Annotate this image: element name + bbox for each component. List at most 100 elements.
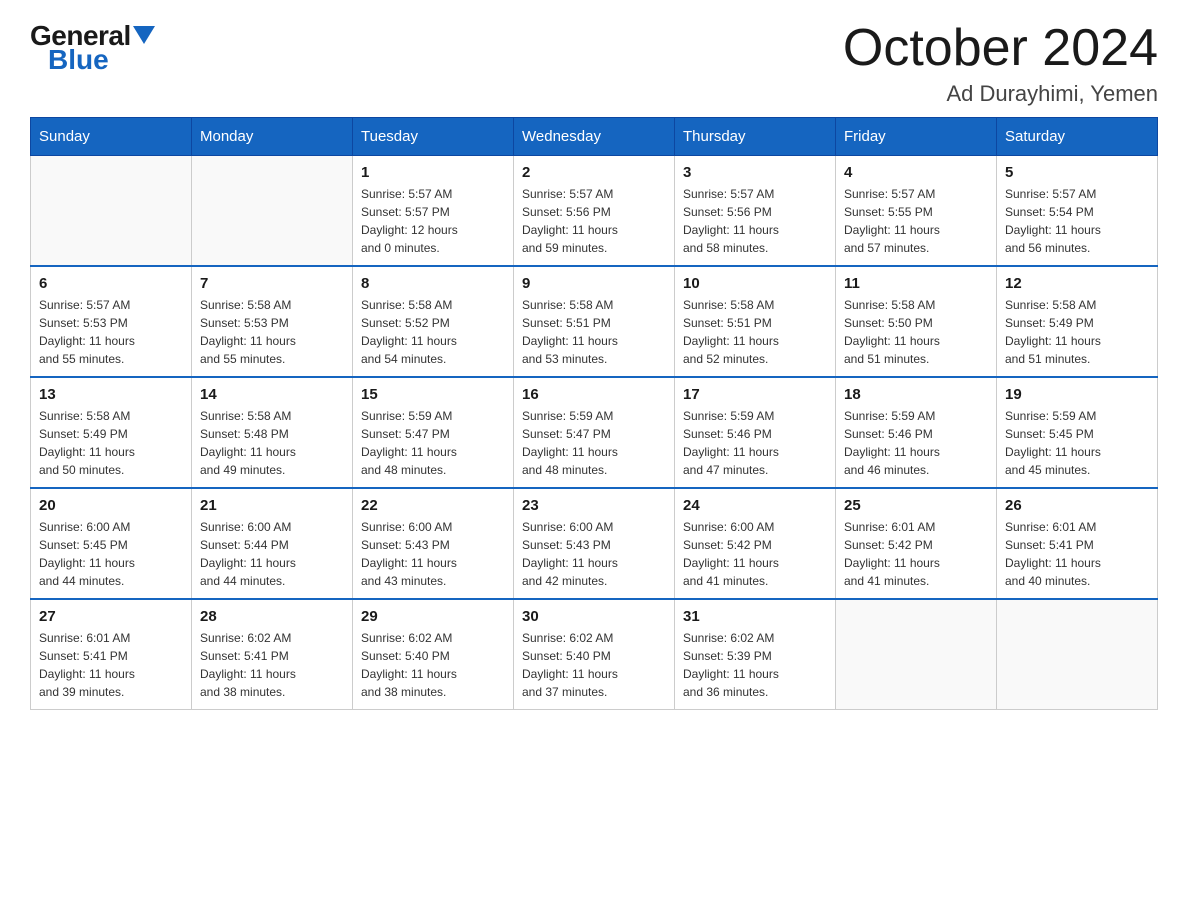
day-info: Sunrise: 5:57 AMSunset: 5:53 PMDaylight:… [39,296,183,368]
calendar-day-cell: 11 Sunrise: 5:58 AMSunset: 5:50 PMDayligh… [836,266,997,377]
col-thursday: Thursday [675,118,836,156]
calendar-week-row: 1 Sunrise: 5:57 AMSunset: 5:57 PMDaylight… [31,156,1158,267]
calendar-day-cell: 18 Sunrise: 5:59 AMSunset: 5:46 PMDayligh… [836,377,997,488]
day-info: Sunrise: 6:01 AMSunset: 5:41 PMDaylight:… [1005,518,1149,590]
day-number: 18 [844,386,988,403]
col-friday: Friday [836,118,997,156]
day-info: Sunrise: 5:59 AMSunset: 5:47 PMDaylight:… [522,407,666,479]
day-number: 11 [844,275,988,292]
calendar-day-cell: 13 Sunrise: 5:58 AMSunset: 5:49 PMDayligh… [31,377,192,488]
calendar-day-cell: 31 Sunrise: 6:02 AMSunset: 5:39 PMDayligh… [675,599,836,710]
calendar-day-cell: 23Sunrise: 6:00 AMSunset: 5:43 PMDayligh… [514,488,675,599]
day-number: 26 [1005,497,1149,514]
calendar-day-cell: 4 Sunrise: 5:57 AMSunset: 5:55 PMDaylight… [836,156,997,267]
calendar-day-cell: 27 Sunrise: 6:01 AMSunset: 5:41 PMDayligh… [31,599,192,710]
day-number: 1 [361,164,505,181]
calendar-day-cell: 30 Sunrise: 6:02 AMSunset: 5:40 PMDayligh… [514,599,675,710]
calendar-day-cell: 1 Sunrise: 5:57 AMSunset: 5:57 PMDaylight… [353,156,514,267]
day-number: 28 [200,608,344,625]
day-number: 23 [522,497,666,514]
calendar-day-cell: 20 Sunrise: 6:00 AMSunset: 5:45 PMDayligh… [31,488,192,599]
day-info: Sunrise: 5:58 AMSunset: 5:52 PMDaylight:… [361,296,505,368]
day-info: Sunrise: 6:02 AMSunset: 5:39 PMDaylight:… [683,629,827,701]
main-title: October 2024 [843,20,1158,77]
day-number: 12 [1005,275,1149,292]
day-number: 17 [683,386,827,403]
calendar-day-cell: 9Sunrise: 5:58 AMSunset: 5:51 PMDaylight… [514,266,675,377]
day-info: Sunrise: 5:58 AMSunset: 5:53 PMDaylight:… [200,296,344,368]
calendar-table: Sunday Monday Tuesday Wednesday Thursday… [30,117,1158,710]
day-number: 19 [1005,386,1149,403]
day-info: Sunrise: 5:57 AMSunset: 5:55 PMDaylight:… [844,185,988,257]
day-info: Sunrise: 5:58 AMSunset: 5:49 PMDaylight:… [39,407,183,479]
day-number: 22 [361,497,505,514]
calendar-day-cell: 25 Sunrise: 6:01 AMSunset: 5:42 PMDayligh… [836,488,997,599]
calendar-day-cell: 21 Sunrise: 6:00 AMSunset: 5:44 PMDayligh… [192,488,353,599]
day-number: 6 [39,275,183,292]
calendar-header-row: Sunday Monday Tuesday Wednesday Thursday… [31,118,1158,156]
day-number: 25 [844,497,988,514]
calendar-week-row: 13 Sunrise: 5:58 AMSunset: 5:49 PMDayligh… [31,377,1158,488]
calendar-day-cell: 26 Sunrise: 6:01 AMSunset: 5:41 PMDayligh… [997,488,1158,599]
day-info: Sunrise: 5:58 AMSunset: 5:48 PMDaylight:… [200,407,344,479]
day-number: 7 [200,275,344,292]
col-monday: Monday [192,118,353,156]
page-header: General Blue October 2024 Ad Durayhimi, … [30,20,1158,107]
calendar-day-cell: 17Sunrise: 5:59 AMSunset: 5:46 PMDayligh… [675,377,836,488]
calendar-day-cell: 24 Sunrise: 6:00 AMSunset: 5:42 PMDayligh… [675,488,836,599]
day-number: 9 [522,275,666,292]
calendar-day-cell: 7 Sunrise: 5:58 AMSunset: 5:53 PMDaylight… [192,266,353,377]
calendar-day-cell: 28Sunrise: 6:02 AMSunset: 5:41 PMDayligh… [192,599,353,710]
col-sunday: Sunday [31,118,192,156]
day-number: 3 [683,164,827,181]
calendar-day-cell: 10Sunrise: 5:58 AMSunset: 5:51 PMDayligh… [675,266,836,377]
calendar-day-cell: 22Sunrise: 6:00 AMSunset: 5:43 PMDayligh… [353,488,514,599]
day-info: Sunrise: 5:58 AMSunset: 5:50 PMDaylight:… [844,296,988,368]
day-info: Sunrise: 5:58 AMSunset: 5:49 PMDaylight:… [1005,296,1149,368]
day-number: 20 [39,497,183,514]
calendar-week-row: 6 Sunrise: 5:57 AMSunset: 5:53 PMDaylight… [31,266,1158,377]
day-info: Sunrise: 5:57 AMSunset: 5:56 PMDaylight:… [683,185,827,257]
day-number: 30 [522,608,666,625]
calendar-day-cell: 29 Sunrise: 6:02 AMSunset: 5:40 PMDayligh… [353,599,514,710]
calendar-day-cell: 8 Sunrise: 5:58 AMSunset: 5:52 PMDaylight… [353,266,514,377]
day-number: 27 [39,608,183,625]
day-number: 15 [361,386,505,403]
day-number: 2 [522,164,666,181]
col-saturday: Saturday [997,118,1158,156]
calendar-week-row: 20 Sunrise: 6:00 AMSunset: 5:45 PMDayligh… [31,488,1158,599]
day-number: 24 [683,497,827,514]
day-number: 29 [361,608,505,625]
day-info: Sunrise: 6:02 AMSunset: 5:40 PMDaylight:… [522,629,666,701]
calendar-day-cell: 2 Sunrise: 5:57 AMSunset: 5:56 PMDaylight… [514,156,675,267]
logo-triangle-icon [133,26,155,44]
day-info: Sunrise: 6:02 AMSunset: 5:40 PMDaylight:… [361,629,505,701]
col-wednesday: Wednesday [514,118,675,156]
day-info: Sunrise: 5:57 AMSunset: 5:57 PMDaylight:… [361,185,505,257]
day-info: Sunrise: 5:59 AMSunset: 5:46 PMDaylight:… [844,407,988,479]
logo: General Blue [30,20,155,76]
logo-blue-text: Blue [30,44,109,76]
day-info: Sunrise: 5:57 AMSunset: 5:54 PMDaylight:… [1005,185,1149,257]
calendar-day-cell: 5Sunrise: 5:57 AMSunset: 5:54 PMDaylight… [997,156,1158,267]
day-number: 21 [200,497,344,514]
subtitle: Ad Durayhimi, Yemen [843,81,1158,107]
day-info: Sunrise: 6:00 AMSunset: 5:42 PMDaylight:… [683,518,827,590]
day-info: Sunrise: 5:57 AMSunset: 5:56 PMDaylight:… [522,185,666,257]
day-number: 8 [361,275,505,292]
day-info: Sunrise: 6:01 AMSunset: 5:42 PMDaylight:… [844,518,988,590]
calendar-day-cell [997,599,1158,710]
calendar-day-cell: 3 Sunrise: 5:57 AMSunset: 5:56 PMDaylight… [675,156,836,267]
day-number: 31 [683,608,827,625]
day-info: Sunrise: 6:00 AMSunset: 5:45 PMDaylight:… [39,518,183,590]
day-number: 13 [39,386,183,403]
calendar-week-row: 27 Sunrise: 6:01 AMSunset: 5:41 PMDayligh… [31,599,1158,710]
calendar-day-cell: 15Sunrise: 5:59 AMSunset: 5:47 PMDayligh… [353,377,514,488]
col-tuesday: Tuesday [353,118,514,156]
calendar-day-cell: 14Sunrise: 5:58 AMSunset: 5:48 PMDayligh… [192,377,353,488]
day-number: 4 [844,164,988,181]
title-section: October 2024 Ad Durayhimi, Yemen [843,20,1158,107]
day-info: Sunrise: 6:00 AMSunset: 5:44 PMDaylight:… [200,518,344,590]
calendar-day-cell [192,156,353,267]
day-info: Sunrise: 6:01 AMSunset: 5:41 PMDaylight:… [39,629,183,701]
